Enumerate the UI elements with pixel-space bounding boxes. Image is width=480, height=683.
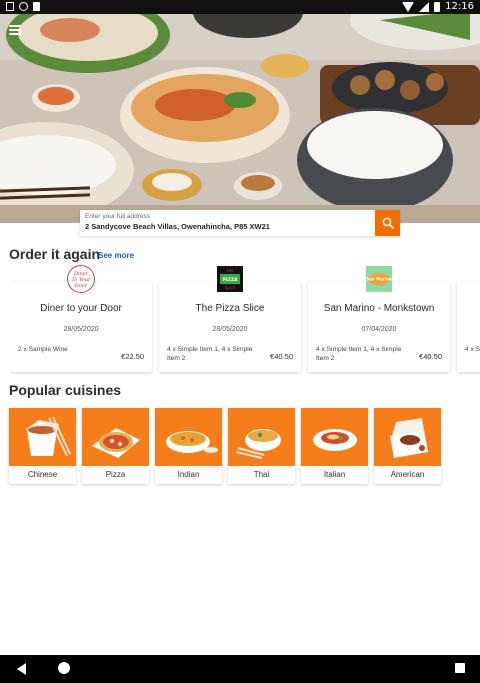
restaurant-name: Diner to your Door (40, 303, 122, 314)
cuisine-label: Italian (323, 470, 346, 479)
svg-text:SLICE: SLICE (225, 286, 235, 290)
order-items: 4 x Simple Item 1, 4 x Simple Item 2 (316, 346, 402, 362)
order-date: 28/05/2020 (63, 326, 99, 333)
cuisine-image (155, 408, 222, 466)
order-card[interactable]: 4 x Simp (457, 265, 480, 372)
order-card-body[interactable]: Diner to your Door 28/05/2020 2 x Sample… (10, 282, 152, 372)
cuisine-card-thai[interactable]: Thai (228, 408, 295, 484)
recent-apps-icon[interactable] (455, 663, 465, 673)
order-again-title: Order it again (9, 246, 101, 262)
cell-signal-icon (419, 1, 430, 12)
system-navigation-bar (0, 655, 480, 683)
order-price: €22.50 (121, 352, 144, 361)
cuisine-list: Chinese Pizza Indian Thai Italian Americ… (9, 408, 441, 484)
restaurant-name: San Marino - Monkstown (323, 303, 435, 314)
address-search-bar[interactable]: Enter your full address 2 Sandycove Beac… (80, 210, 400, 236)
svg-text:San Marino: San Marino (366, 277, 392, 282)
cuisine-image (301, 408, 368, 466)
cuisine-card-american[interactable]: American (374, 408, 441, 484)
order-card-body[interactable]: The Pizza Slice 28/05/2020 4 x Simple It… (159, 282, 301, 372)
order-date: 07/04/2020 (361, 326, 397, 333)
cuisine-image (228, 408, 295, 466)
order-items: 4 x Simple Item 1, 4 x Simple Item 2 (167, 346, 253, 362)
order-date: 28/05/2020 (212, 326, 248, 333)
wifi-icon (402, 1, 415, 12)
cuisine-label: Pizza (105, 470, 126, 479)
back-icon[interactable] (17, 663, 26, 675)
restaurant-logo: Diner To Your Door (67, 265, 95, 293)
address-field[interactable]: Enter your full address 2 Sandycove Beac… (80, 210, 375, 236)
hero-food-image (0, 0, 480, 223)
order-card[interactable]: The Pizza Slice 28/05/2020 4 x Simple It… (159, 265, 301, 372)
status-bar: 12:16 (0, 0, 480, 14)
address-search-button[interactable] (375, 210, 400, 236)
cuisine-label: Indian (177, 470, 200, 479)
svg-text:Door: Door (74, 283, 88, 289)
popular-cuisines-title: Popular cuisines (9, 382, 122, 398)
order-items: 4 x Simp (465, 346, 480, 353)
cuisine-card-pizza[interactable]: Pizza (82, 408, 149, 484)
order-price: €40.50 (419, 352, 442, 361)
svg-text:THE: THE (226, 269, 234, 273)
address-placeholder: Enter your full address (85, 213, 151, 220)
restaurant-name: The Pizza Slice (195, 303, 265, 314)
order-card[interactable]: San Marino - Monkstown 07/04/2020 4 x Si… (308, 265, 450, 372)
home-icon[interactable] (58, 662, 70, 674)
curry-bowl-icon (166, 431, 218, 453)
cuisine-image (374, 408, 441, 466)
notification-box-icon (6, 2, 14, 11)
order-card-body[interactable]: San Marino - Monkstown 07/04/2020 4 x Si… (308, 282, 450, 372)
order-items: 2 x Sample Wine (18, 346, 68, 353)
notification-circle-icon (19, 2, 28, 11)
cuisine-card-indian[interactable]: Indian (155, 408, 222, 484)
order-card[interactable]: Diner to your Door 28/05/2020 2 x Sample… (10, 265, 152, 372)
status-time: 12:16 (445, 1, 474, 12)
cuisine-image (82, 408, 149, 466)
svg-text:PIZZA: PIZZA (223, 277, 238, 283)
thai-bowl-icon (235, 429, 281, 459)
notification-file-icon (33, 2, 40, 11)
hero-illustration (0, 0, 480, 223)
search-icon (382, 217, 394, 229)
see-more-link[interactable]: See more (98, 251, 134, 260)
cuisine-label: American (390, 470, 425, 479)
restaurant-logo: San Marino (366, 266, 392, 292)
order-card-body[interactable]: 4 x Simp (457, 282, 480, 372)
cuisine-card-chinese[interactable]: Chinese (9, 408, 76, 484)
cuisine-image (9, 408, 76, 466)
cuisine-label: Thai (253, 470, 270, 479)
address-value[interactable]: 2 Sandycove Beach Villas, Owenahincha, P… (85, 221, 370, 232)
battery-icon (434, 1, 441, 12)
cuisine-label: Chinese (27, 470, 58, 479)
hamburger-menu-icon[interactable] (9, 25, 21, 35)
order-again-carousel[interactable]: Diner to your Door 28/05/2020 2 x Sample… (10, 265, 480, 375)
noodle-box-icon (25, 416, 71, 457)
burger-box-icon (390, 418, 428, 458)
pizza-icon (92, 428, 140, 458)
cuisine-card-italian[interactable]: Italian (301, 408, 368, 484)
pasta-plate-icon (313, 429, 357, 451)
order-price: €40.50 (270, 352, 293, 361)
restaurant-logo: PIZZA THE SLICE (217, 266, 243, 292)
